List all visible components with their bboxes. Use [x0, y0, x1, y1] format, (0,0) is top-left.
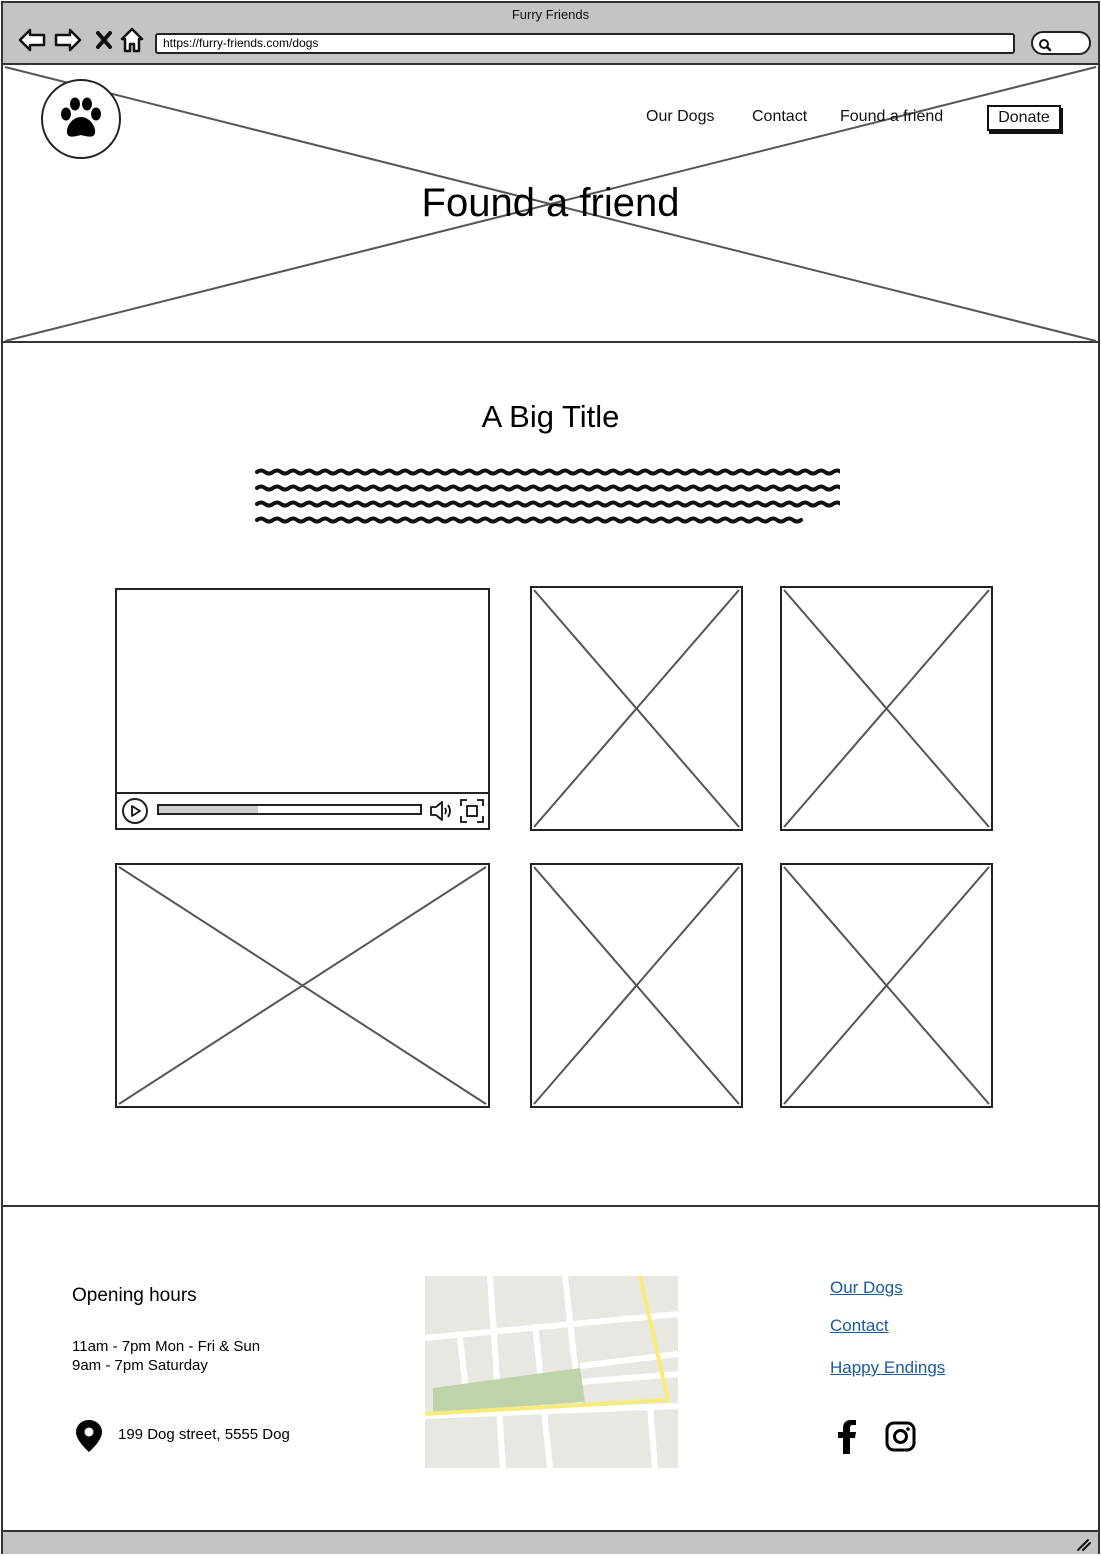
opening-hours-weekday: 11am - 7pm Mon - Fri & Sun [72, 1338, 261, 1355]
donate-button[interactable]: Donate [987, 105, 1061, 131]
opening-hours-saturday: 9am - 7pm Saturday [72, 1357, 208, 1374]
logo[interactable] [41, 79, 121, 159]
browser-toolbar: Furry Friends https://furry-friends.com/… [3, 3, 1098, 65]
resize-handle-icon[interactable] [1076, 1538, 1092, 1552]
image-placeholder [115, 863, 490, 1108]
hero-title: Found a friend [421, 181, 680, 225]
video-progress-bar[interactable] [157, 804, 422, 815]
nav-contact[interactable]: Contact [752, 108, 807, 126]
browser-window: Furry Friends https://furry-friends.com/… [1, 1, 1100, 1554]
video-player[interactable] [115, 588, 490, 830]
footer-divider [3, 1205, 1098, 1207]
image-placeholder [780, 863, 993, 1108]
opening-hours-heading: Opening hours [72, 1285, 197, 1306]
footer-link-happy-endings[interactable]: Happy Endings [830, 1358, 945, 1378]
placeholder-text-block [255, 468, 840, 524]
image-placeholder [530, 586, 743, 831]
home-icon[interactable] [117, 25, 147, 55]
address: 199 Dog street, 5555 Dog [118, 1426, 290, 1443]
instagram-icon[interactable] [885, 1419, 917, 1453]
search-icon [1039, 39, 1052, 52]
footer-link-our-dogs[interactable]: Our Dogs [830, 1278, 903, 1298]
close-icon[interactable] [89, 25, 119, 55]
forward-arrow-icon[interactable] [53, 25, 83, 55]
fullscreen-icon[interactable] [460, 799, 484, 823]
window-title: Furry Friends [511, 7, 590, 22]
play-icon [131, 805, 141, 817]
volume-icon[interactable] [429, 799, 455, 823]
paw-icon [61, 97, 101, 137]
browser-search-field[interactable] [1031, 31, 1091, 55]
map[interactable] [425, 1276, 678, 1468]
play-button[interactable] [122, 798, 148, 824]
nav-found-a-friend[interactable]: Found a friend [840, 108, 943, 126]
back-arrow-icon[interactable] [17, 25, 47, 55]
video-progress-fill [159, 806, 259, 813]
image-placeholder [780, 586, 993, 831]
browser-status-bar [3, 1530, 1098, 1554]
url-bar[interactable]: https://furry-friends.com/dogs [155, 33, 1015, 54]
section-title: A Big Title [481, 399, 620, 434]
footer-link-contact[interactable]: Contact [830, 1316, 889, 1336]
nav-our-dogs[interactable]: Our Dogs [646, 108, 714, 126]
video-controls [117, 792, 488, 828]
image-placeholder [530, 863, 743, 1108]
hero-header: Our Dogs Contact Found a friend Donate F… [3, 65, 1098, 343]
location-pin-icon [76, 1420, 102, 1452]
facebook-icon[interactable] [834, 1419, 860, 1455]
